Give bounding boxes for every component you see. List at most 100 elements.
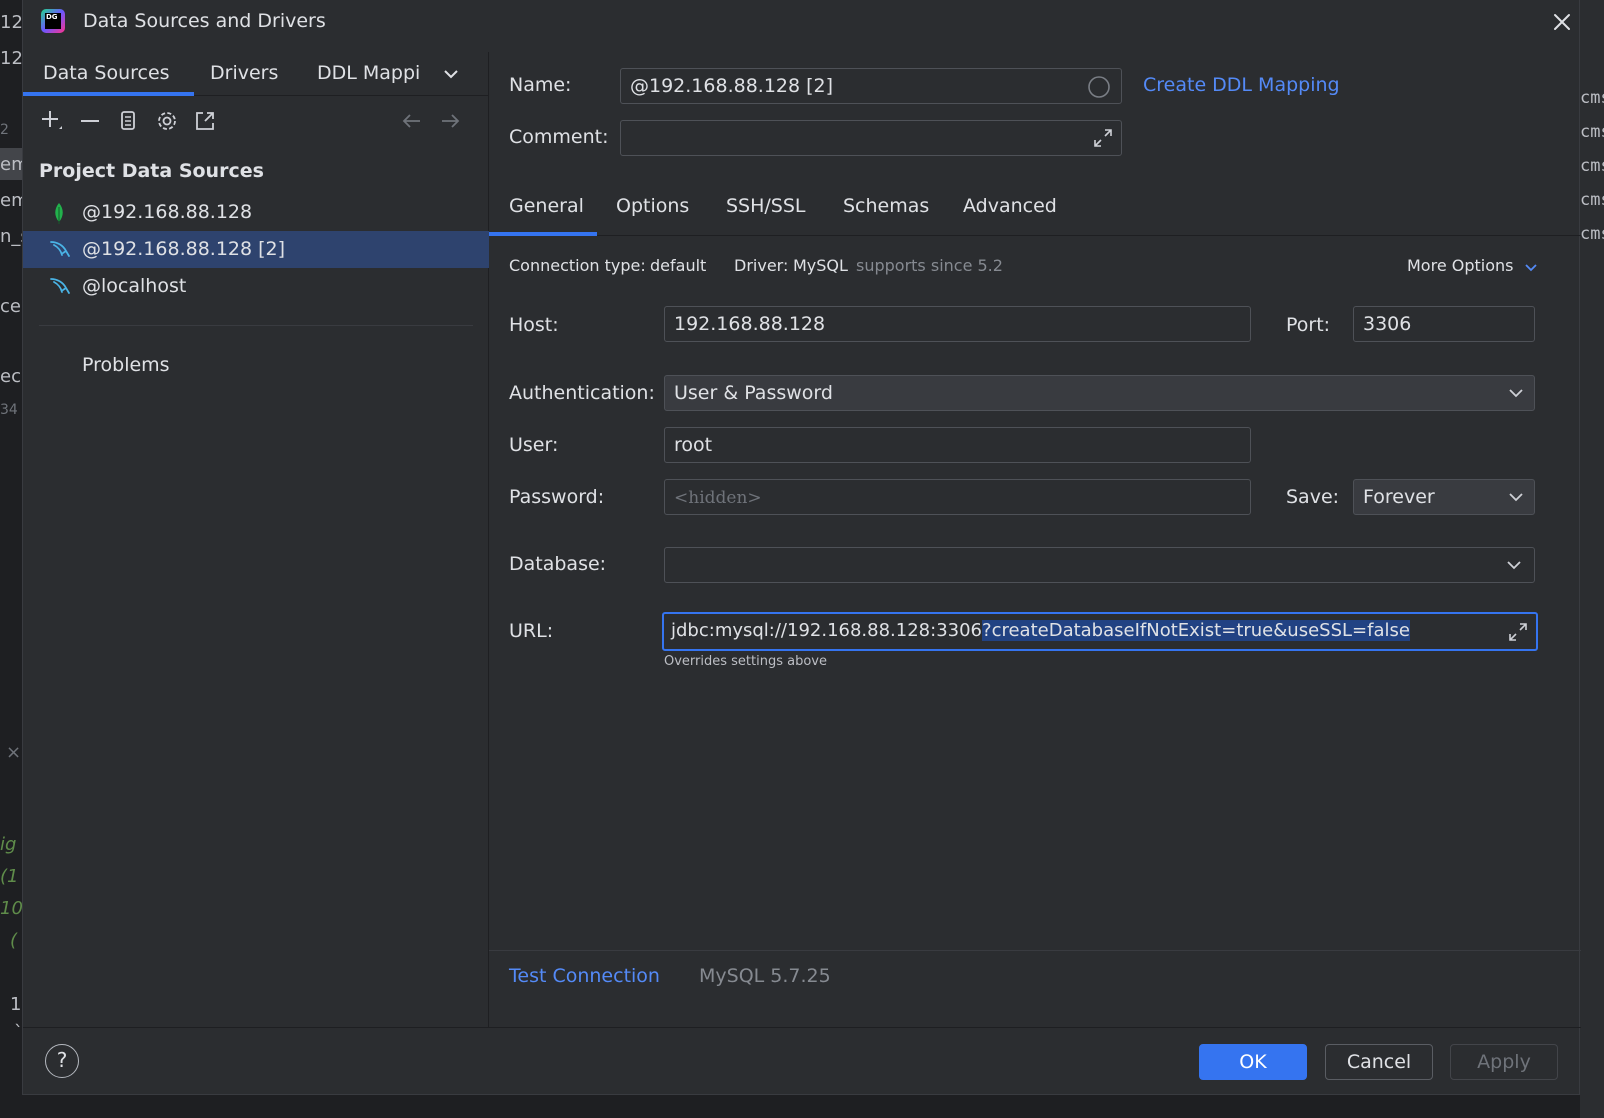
tab-data-sources[interactable]: Data Sources: [43, 62, 170, 84]
more-options-label: More Options: [1407, 256, 1514, 275]
authentication-value: User & Password: [674, 382, 833, 404]
bg-text: (: [10, 930, 18, 951]
data-source-item[interactable]: @localhost: [23, 268, 489, 305]
bg-text: cms: [1580, 224, 1604, 244]
driver-note: supports since 5.2: [856, 256, 1003, 275]
bg-text: `: [14, 1022, 22, 1043]
data-source-item[interactable]: @192.168.88.128 [2]: [23, 231, 489, 268]
left-tabs: Data Sources Drivers DDL Mappi: [23, 52, 489, 96]
comment-field[interactable]: [620, 120, 1122, 156]
port-label: Port:: [1286, 314, 1331, 336]
apply-button[interactable]: Apply: [1450, 1044, 1558, 1080]
authentication-label: Authentication:: [509, 382, 655, 404]
bg-text: 34: [0, 402, 18, 418]
user-field[interactable]: root: [664, 427, 1251, 463]
connection-type-link[interactable]: default: [650, 256, 706, 275]
copy-icon[interactable]: [115, 108, 141, 134]
database-select[interactable]: [664, 547, 1535, 583]
chevron-down-icon: [1507, 488, 1525, 506]
authentication-select[interactable]: User & Password: [664, 375, 1535, 411]
active-tab-indicator: [489, 232, 597, 236]
bg-text: cms: [1580, 88, 1604, 108]
bg-text: (1: [0, 866, 19, 887]
left-pane: Data Sources Drivers DDL Mappi Project D…: [23, 52, 489, 1027]
chevron-down-icon: [1505, 556, 1523, 574]
mysql-dolphin-icon: [49, 239, 70, 261]
tab-options[interactable]: Options: [616, 195, 689, 217]
expand-icon[interactable]: [1506, 620, 1530, 644]
left-toolbar: [23, 102, 489, 142]
tab-ddl-mappings[interactable]: DDL Mappi: [317, 62, 420, 84]
url-text: jdbc:mysql://192.168.88.128:3306: [671, 620, 983, 641]
external-link-icon[interactable]: [192, 108, 218, 134]
tab-advanced[interactable]: Advanced: [963, 195, 1057, 217]
name-field[interactable]: @192.168.88.128 [2]: [620, 68, 1122, 104]
password-label: Password:: [509, 486, 605, 508]
url-selected-text: ?createDatabaseIfNotExist=true&useSSL=fa…: [982, 620, 1410, 641]
mongodb-leaf-icon: [49, 202, 69, 224]
bg-text: em: [0, 190, 22, 211]
host-field[interactable]: 192.168.88.128: [664, 306, 1251, 342]
gear-icon[interactable]: [154, 108, 180, 134]
arrow-back-icon[interactable]: [399, 108, 425, 134]
more-options-link[interactable]: More Options: [1407, 256, 1539, 275]
dialog-title: Data Sources and Drivers: [83, 10, 326, 32]
arrow-forward-icon[interactable]: [437, 108, 463, 134]
driver-link[interactable]: MySQL: [793, 256, 848, 275]
name-label: Name:: [509, 74, 572, 96]
project-data-sources-header: Project Data Sources: [39, 160, 264, 182]
bg-text: 128: [0, 48, 22, 69]
tab-general[interactable]: General: [509, 195, 584, 217]
help-button[interactable]: ?: [45, 1044, 79, 1078]
bg-text: ec: [0, 366, 21, 387]
bg-text: cms: [1580, 122, 1604, 142]
add-icon[interactable]: [39, 108, 65, 134]
chevron-down-icon[interactable]: [441, 64, 461, 84]
tab-ssh-ssl[interactable]: SSH/SSL: [726, 195, 806, 217]
background-editor-right: cms cms cms cms cms: [1580, 0, 1604, 1118]
bg-text: 1: [10, 994, 22, 1015]
bg-text: 128: [0, 12, 22, 33]
bg-text: ig: [0, 834, 17, 855]
close-icon[interactable]: [1549, 9, 1575, 35]
url-hint: Overrides settings above: [664, 654, 827, 669]
bg-text: 10: [0, 898, 22, 919]
url-label: URL:: [509, 620, 554, 642]
data-source-item[interactable]: @192.168.88.128: [23, 194, 489, 231]
driver-label: Driver:: [734, 256, 789, 275]
create-ddl-mapping-link[interactable]: Create DDL Mapping: [1143, 74, 1340, 96]
background-editor-left: 128 128 2 em em n_s ce ec 34 × ig (1 10 …: [0, 0, 22, 1118]
save-label: Save:: [1286, 486, 1340, 508]
port-field[interactable]: 3306: [1353, 306, 1535, 342]
divider: [39, 325, 473, 326]
bg-text: cms: [1580, 156, 1604, 176]
save-select[interactable]: Forever: [1353, 479, 1535, 515]
problems-item[interactable]: Problems: [82, 354, 170, 376]
bg-close-icon: ×: [6, 742, 22, 763]
right-pane: Name: @192.168.88.128 [2] Create DDL Map…: [489, 52, 1581, 1027]
user-label: User:: [509, 434, 559, 456]
server-version: MySQL 5.7.25: [699, 965, 831, 987]
expand-icon[interactable]: [1091, 126, 1115, 150]
comment-label: Comment:: [509, 126, 609, 148]
remove-icon[interactable]: [77, 108, 103, 134]
connection-type-label: Connection type:: [509, 256, 646, 275]
tab-drivers[interactable]: Drivers: [210, 62, 278, 84]
color-circle-icon[interactable]: [1087, 75, 1111, 99]
ok-button[interactable]: OK: [1199, 1044, 1307, 1080]
password-field[interactable]: <hidden>: [664, 479, 1251, 515]
url-field[interactable]: jdbc:mysql://192.168.88.128:3306?createD…: [662, 612, 1538, 651]
mysql-dolphin-icon: [49, 276, 70, 298]
tab-schemas[interactable]: Schemas: [843, 195, 929, 217]
chevron-down-icon: [1523, 259, 1539, 275]
chevron-down-icon: [1507, 384, 1525, 402]
cancel-button[interactable]: Cancel: [1325, 1044, 1433, 1080]
divider: [489, 950, 1581, 951]
password-placeholder: <hidden>: [674, 488, 762, 508]
settings-tabs: General Options SSH/SSL Schemas Advanced: [489, 182, 1581, 236]
title-bar: DG Data Sources and Drivers: [23, 0, 1581, 44]
data-source-label: @localhost: [82, 275, 187, 297]
test-connection-link[interactable]: Test Connection: [509, 965, 660, 987]
name-value: @192.168.88.128 [2]: [630, 75, 834, 97]
database-label: Database:: [509, 553, 607, 575]
